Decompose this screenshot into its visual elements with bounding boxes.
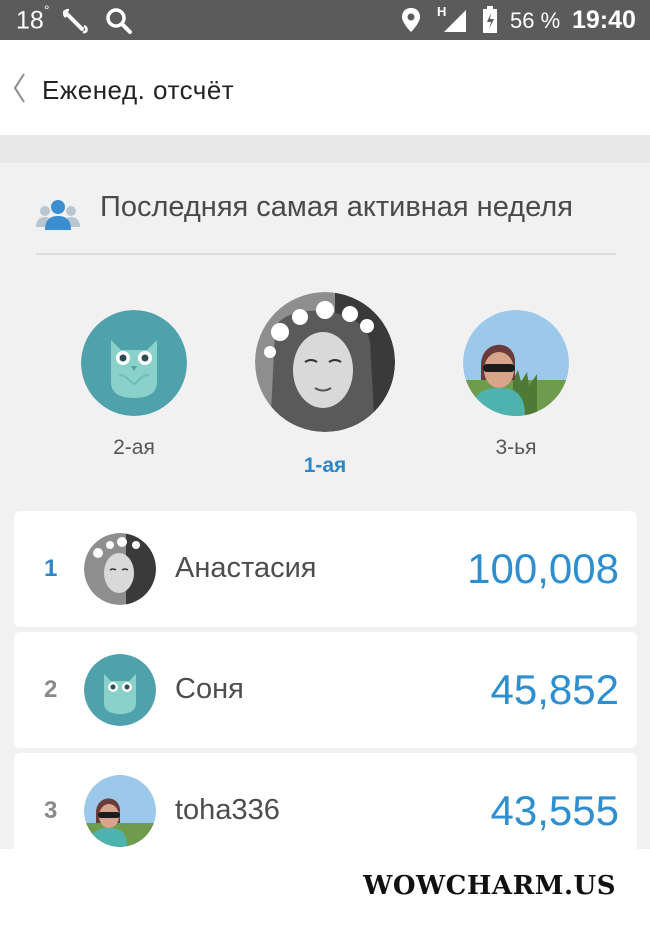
- page-title: Еженед. отсчёт: [42, 75, 235, 105]
- signal-icon: [444, 10, 466, 32]
- watermark: WOWCHARM.US: [363, 871, 616, 901]
- status-bar: 18° H 56 % 19:40: [0, 0, 650, 40]
- battery-percent: 56 %: [510, 8, 561, 33]
- user-score: 43,555: [490, 787, 619, 834]
- podium-label: 3-ья: [495, 436, 537, 459]
- owl-avatar: [84, 654, 156, 726]
- ranking-row[interactable]: 2 Соня 45,852: [14, 632, 637, 748]
- ranking-row[interactable]: 1 Анастасия 100,008: [14, 511, 637, 627]
- wand-icon: [63, 8, 88, 34]
- app-header: Еженед. отсчёт: [0, 40, 650, 135]
- temperature-value: 18: [16, 6, 44, 35]
- section-header: Последняя самая активная неделя: [36, 191, 616, 255]
- bottom-area: WOWCHARM.US: [0, 849, 650, 928]
- podium-second[interactable]: 2-ая: [81, 310, 187, 460]
- separator-band: [0, 135, 650, 163]
- woman-sunglasses-avatar: [463, 310, 569, 416]
- girl-flowers-avatar: [255, 292, 395, 432]
- user-score: 100,008: [467, 545, 619, 592]
- degree-sign: °: [43, 2, 50, 18]
- temperature: 18°: [16, 2, 49, 35]
- podium-first[interactable]: 1-ая: [255, 292, 395, 478]
- woman-sunglasses-avatar: [84, 775, 156, 847]
- back-button[interactable]: [8, 68, 34, 108]
- rank-number: 3: [44, 797, 58, 824]
- section-title: Последняя самая активная неделя: [100, 191, 573, 223]
- podium-label: 2-ая: [113, 436, 155, 459]
- search-icon: [106, 8, 132, 34]
- chevron-left-icon: [13, 73, 25, 103]
- podium-label: 1-ая: [303, 454, 347, 477]
- user-name: toha336: [175, 794, 280, 826]
- user-name: Анастасия: [175, 552, 317, 584]
- user-name: Соня: [175, 673, 244, 705]
- user-score: 45,852: [490, 666, 619, 713]
- owl-avatar: [81, 310, 187, 416]
- girl-flowers-avatar: [84, 533, 156, 605]
- rank-number: 2: [44, 676, 58, 703]
- rank-number: 1: [44, 555, 58, 582]
- users-icon: [36, 200, 80, 230]
- location-icon: [402, 8, 420, 32]
- content-area: Последняя самая активная неделя 2-ая 1-а…: [0, 135, 650, 869]
- clock: 19:40: [572, 6, 636, 34]
- battery-icon: [483, 6, 497, 33]
- podium-third[interactable]: 3-ья: [463, 310, 569, 460]
